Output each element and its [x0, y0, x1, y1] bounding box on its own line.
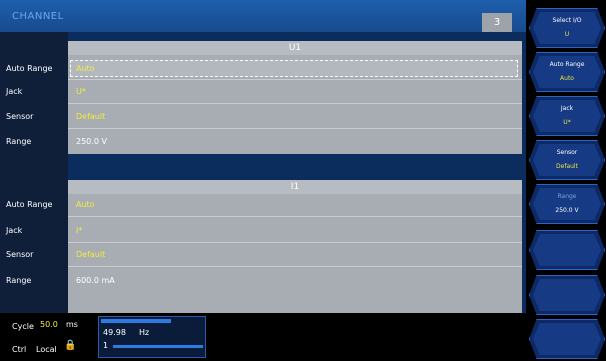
i1-sensor-value[interactable]: Default: [76, 250, 105, 259]
u1-range-value[interactable]: 250.0 V: [76, 137, 107, 146]
lock-icon: 🔒: [64, 340, 77, 351]
u1-jack-value[interactable]: U*: [76, 87, 86, 96]
softkey-empty-1[interactable]: [529, 230, 605, 270]
auto-range-focus[interactable]: [70, 60, 518, 77]
divider: [68, 128, 522, 129]
ctrl-label: Ctrl: [12, 345, 27, 354]
channel-panel: CHANNEL 3 U1 Auto Range Auto Jack U* Sen…: [0, 0, 526, 313]
softkey-empty-3[interactable]: [529, 319, 605, 359]
softkey-select-io[interactable]: Select I/O U: [529, 8, 605, 48]
section-header-u1: U1: [68, 41, 522, 55]
softkey-value: Auto: [560, 75, 574, 82]
softkey-face: [533, 279, 601, 311]
i1-range-value[interactable]: 600.0 mA: [76, 276, 115, 285]
softkey-range[interactable]: Range 250.0 V: [529, 184, 605, 224]
row-label-range: Range: [6, 137, 32, 146]
softkey-auto-range[interactable]: Auto Range Auto: [529, 52, 605, 92]
softkey-value: U: [564, 31, 570, 38]
window-title: CHANNEL: [12, 11, 64, 22]
softkey-label: Jack: [560, 105, 574, 112]
divider: [68, 266, 522, 267]
u1-sensor-value[interactable]: Default: [76, 112, 105, 121]
section-body-i1: [68, 194, 522, 313]
softkey-label: Auto Range: [549, 61, 585, 68]
divider: [68, 79, 522, 80]
cycle-label: Cycle: [12, 322, 34, 331]
row-label-range: Range: [6, 276, 32, 285]
softkey-value: U*: [563, 119, 571, 126]
tab-number[interactable]: 3: [482, 13, 512, 32]
softkey-value: Default: [556, 163, 578, 170]
i1-jack-value[interactable]: I*: [76, 226, 82, 235]
softkey-label: Select I/O: [552, 17, 582, 24]
row-label-auto-range: Auto Range: [6, 64, 53, 73]
row-label-sensor: Sensor: [6, 112, 34, 121]
row-label-sensor: Sensor: [6, 250, 34, 259]
softkey-label: Sensor: [556, 149, 578, 156]
row-label-auto-range: Auto Range: [6, 200, 53, 209]
meter-frequency: 49.98: [103, 328, 126, 337]
i1-auto-range-value[interactable]: Auto: [76, 200, 95, 209]
divider: [68, 242, 522, 243]
softkey-sensor[interactable]: Sensor Default: [529, 140, 605, 180]
softkey-face: [533, 323, 601, 355]
divider: [68, 103, 522, 104]
status-bar: [0, 313, 526, 361]
meter-bar-bottom: [113, 345, 203, 348]
ctrl-value[interactable]: Local: [36, 345, 57, 354]
softkey-empty-2[interactable]: [529, 275, 605, 315]
cycle-value[interactable]: 50.0: [40, 320, 58, 329]
softkey-label: Range: [557, 193, 577, 200]
section-header-i1: I1: [68, 180, 522, 194]
row-label-jack: Jack: [6, 226, 23, 235]
meter-bar-top: [101, 319, 171, 323]
cycle-unit: ms: [66, 320, 78, 329]
meter-index: 1: [103, 341, 109, 350]
u1-auto-range-value[interactable]: Auto: [76, 64, 95, 73]
label-column: [0, 32, 68, 313]
softkey-value: 250.0 V: [555, 207, 579, 214]
divider: [68, 216, 522, 217]
title-bar: CHANNEL 3: [0, 0, 526, 32]
frequency-meter: 49.98 Hz 1: [98, 316, 206, 358]
meter-unit: Hz: [139, 328, 150, 337]
softkey-face: [533, 234, 601, 266]
softkey-jack[interactable]: Jack U*: [529, 96, 605, 136]
row-label-jack: Jack: [6, 87, 23, 96]
